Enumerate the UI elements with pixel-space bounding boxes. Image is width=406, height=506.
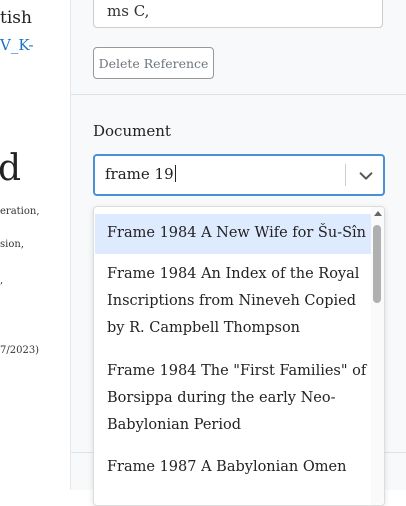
reference-value: ms C, (107, 2, 150, 20)
left-content-column: tish V_K- d eration, sion, , 7/2023) (0, 0, 70, 490)
document-search-input[interactable]: frame 19 (105, 165, 176, 183)
menu-option[interactable]: Frame 1984 An Index of the Royal Inscrip… (95, 261, 371, 342)
delete-reference-button[interactable]: Delete Reference (93, 47, 214, 79)
document-label: Document (93, 122, 171, 140)
document-select[interactable]: frame 19 (93, 154, 385, 196)
document-search-text: frame 19 (105, 165, 174, 183)
menu-option[interactable]: Frame 1984 A New Wife for Šu-Sîn (95, 214, 371, 254)
divider (71, 94, 406, 95)
menu-scrollbar[interactable] (371, 207, 384, 505)
reference-editor-panel: ms C, Delete Reference Document frame 19… (70, 0, 406, 506)
text-fragment: 7/2023) (0, 345, 40, 356)
menu-option[interactable]: Frame 1984 The "First Families" of Borsi… (95, 358, 371, 439)
menu-option[interactable]: Frame 1987 A Babylonian Omen (95, 454, 371, 481)
chevron-down-icon[interactable] (357, 167, 375, 185)
text-fragment: eration, (0, 206, 40, 217)
heading-fragment: d (0, 148, 22, 189)
text-fragment: , (0, 275, 4, 286)
text-caret (174, 165, 176, 182)
document-options-menu: Frame 1984 A New Wife for Šu-Sîn Frame 1… (93, 206, 385, 506)
title-fragment: tish (0, 8, 32, 28)
scrollbar-thumb[interactable] (373, 225, 381, 303)
reference-field[interactable]: ms C, (93, 0, 383, 28)
link-fragment[interactable]: V_K- (0, 36, 34, 54)
scroll-up-arrow-icon[interactable] (374, 211, 382, 216)
indicator-separator (345, 164, 346, 186)
text-fragment: sion, (0, 239, 24, 250)
